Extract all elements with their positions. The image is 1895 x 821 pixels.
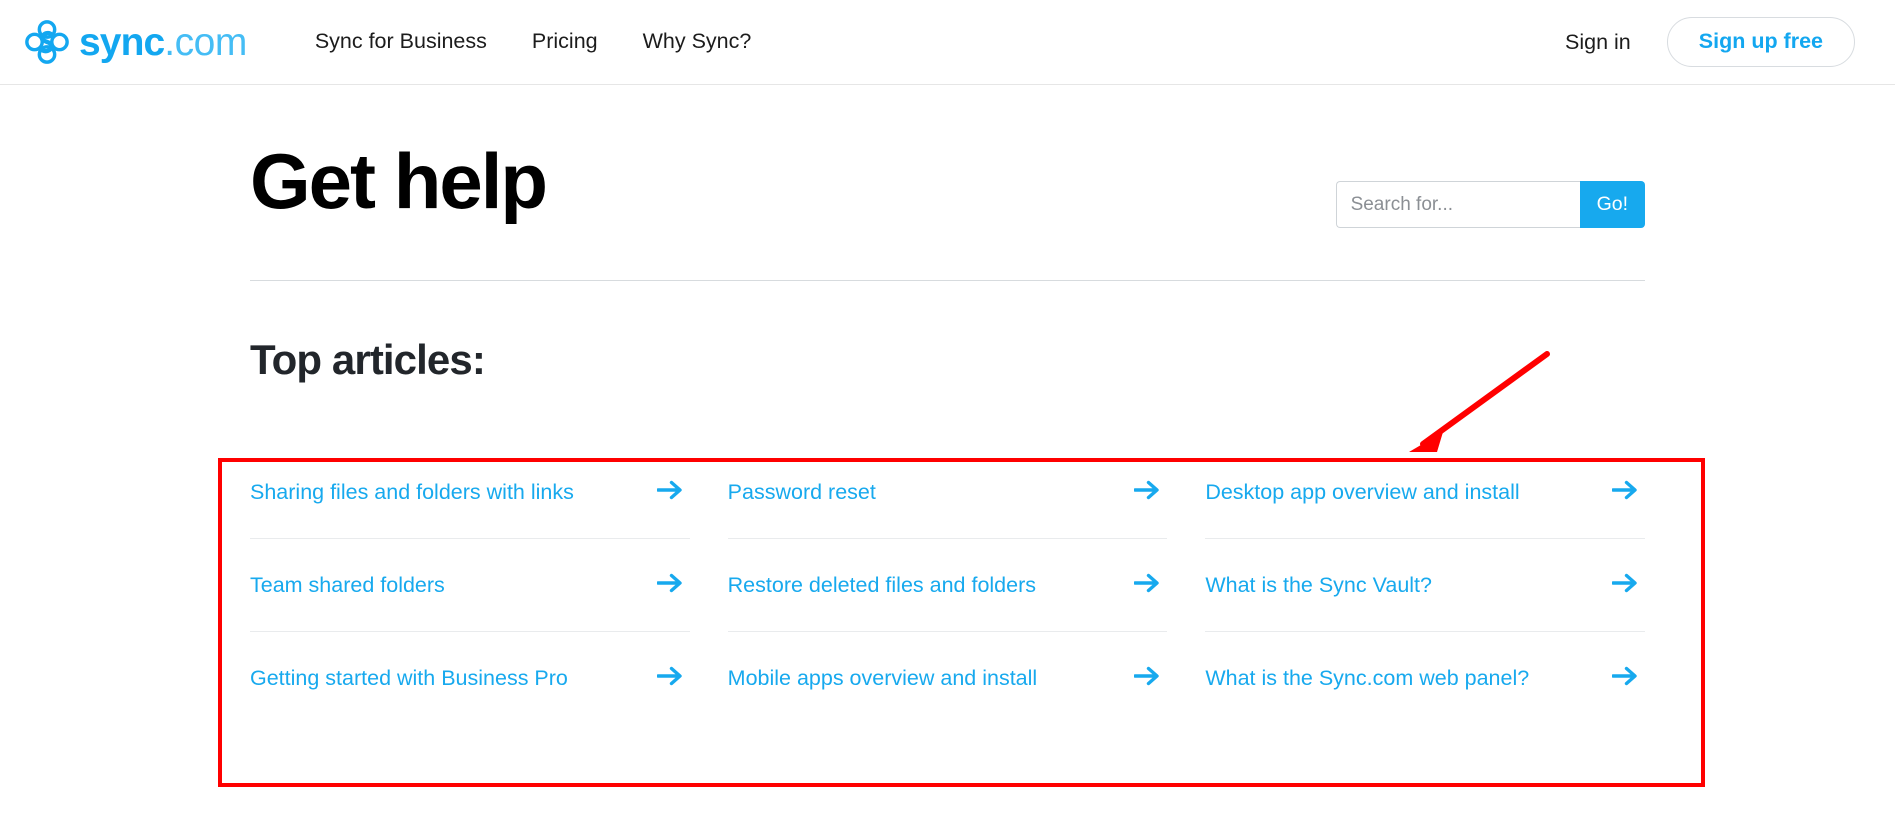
- arrow-right-icon: [655, 666, 684, 691]
- article-label: Team shared folders: [250, 572, 445, 597]
- article-label: Mobile apps overview and install: [727, 665, 1038, 690]
- title-row: Get help Go!: [230, 139, 1665, 228]
- page-content: Get help Go! Top articles: Sharing files…: [230, 85, 1665, 740]
- arrow-right-icon: [1133, 666, 1161, 691]
- section-divider: [250, 280, 1645, 281]
- section-title-top-articles: Top articles:: [250, 336, 486, 383]
- page-title: Get help: [250, 137, 548, 225]
- help-search-form: Go!: [1335, 181, 1645, 228]
- nav-item-sync-for-business[interactable]: Sync for Business: [315, 31, 487, 53]
- arrow-right-icon: [655, 480, 684, 505]
- article-label: Sharing files and folders with links: [250, 479, 574, 504]
- arrow-right-icon: [1611, 666, 1639, 691]
- brand-name-text: sync: [79, 20, 165, 64]
- articles-grid-inner: Sharing files and folders with links Pas…: [230, 424, 1665, 740]
- brand-logo-link[interactable]: sync.com: [24, 19, 247, 65]
- main-nav: Sync for Business Pricing Why Sync?: [315, 31, 752, 53]
- sync-clover-logo-icon: [24, 19, 70, 65]
- nav-item-pricing[interactable]: Pricing: [532, 31, 598, 53]
- arrow-right-icon: [1611, 480, 1639, 505]
- nav-item-why-sync[interactable]: Why Sync?: [643, 31, 752, 53]
- sign-in-link[interactable]: Sign in: [1565, 30, 1631, 55]
- arrow-right-icon: [1611, 573, 1639, 598]
- brand-suffix-text: .com: [164, 20, 247, 64]
- arrow-right-icon: [1133, 480, 1161, 505]
- article-label: What is the Sync Vault?: [1205, 572, 1432, 597]
- arrow-right-icon: [1133, 573, 1161, 598]
- article-link-sharing-files-and-folders-with-links[interactable]: Sharing files and folders with links: [250, 446, 690, 540]
- article-label: What is the Sync.com web panel?: [1205, 665, 1530, 690]
- top-articles-grid: Sharing files and folders with links Pas…: [230, 424, 1665, 740]
- article-label: Desktop app overview and install: [1205, 479, 1520, 504]
- article-link-password-reset[interactable]: Password reset: [727, 446, 1168, 540]
- arrow-right-icon: [655, 573, 684, 598]
- article-label: Getting started with Business Pro: [250, 665, 568, 690]
- search-go-button[interactable]: Go!: [1579, 181, 1645, 228]
- article-link-what-is-the-sync-com-web-panel[interactable]: What is the Sync.com web panel?: [1205, 632, 1645, 724]
- article-label: Password reset: [727, 479, 876, 504]
- article-label: Restore deleted files and folders: [727, 572, 1037, 597]
- brand-wordmark: sync.com: [79, 23, 247, 62]
- article-link-getting-started-with-business-pro[interactable]: Getting started with Business Pro: [250, 632, 690, 724]
- site-header: sync.com Sync for Business Pricing Why S…: [0, 0, 1895, 85]
- sign-up-free-button[interactable]: Sign up free: [1666, 17, 1855, 67]
- header-actions: Sign in Sign up free: [1565, 17, 1855, 67]
- article-link-desktop-app-overview-and-install[interactable]: Desktop app overview and install: [1205, 446, 1645, 540]
- article-link-team-shared-folders[interactable]: Team shared folders: [250, 539, 690, 633]
- article-link-what-is-the-sync-vault[interactable]: What is the Sync Vault?: [1205, 539, 1645, 633]
- search-input[interactable]: [1335, 181, 1580, 228]
- article-link-restore-deleted-files-and-folders[interactable]: Restore deleted files and folders: [727, 539, 1168, 633]
- article-link-mobile-apps-overview-and-install[interactable]: Mobile apps overview and install: [728, 632, 1168, 724]
